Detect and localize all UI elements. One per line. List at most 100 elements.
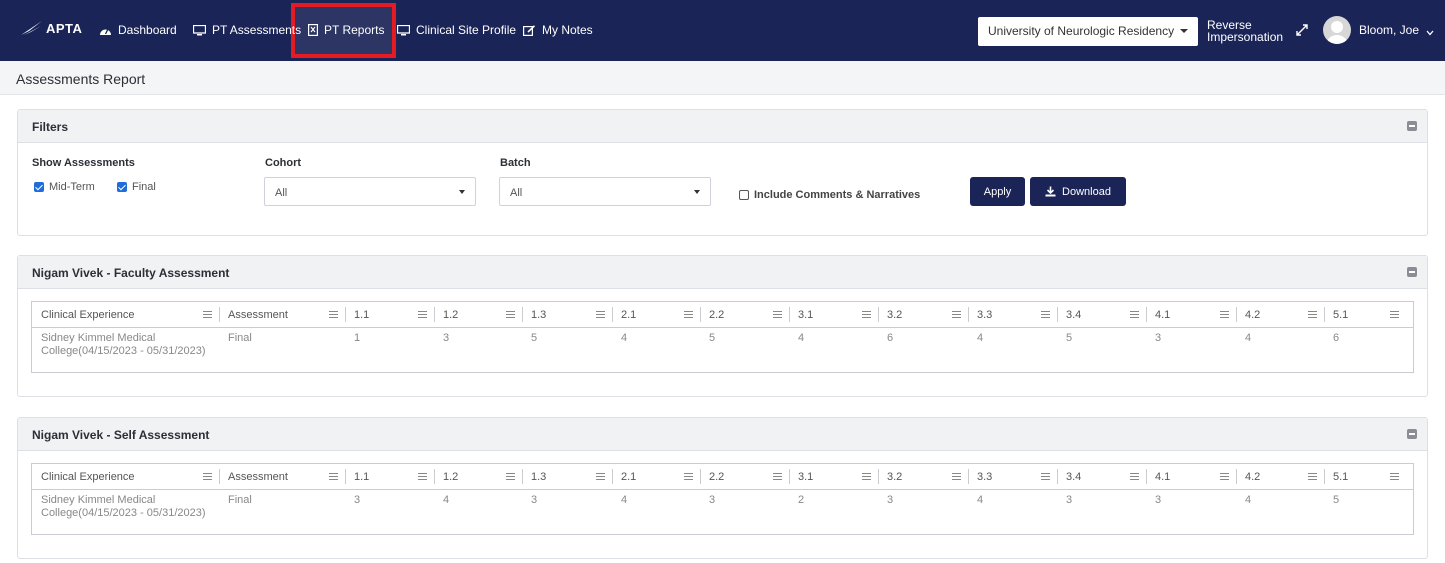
- column-menu-icon[interactable]: [1308, 473, 1317, 480]
- expand-icon[interactable]: [1295, 23, 1309, 40]
- column-separator[interactable]: [522, 469, 523, 484]
- collapse-icon[interactable]: [1407, 429, 1417, 439]
- avatar[interactable]: [1323, 16, 1351, 44]
- column-header[interactable]: Clinical Experience: [41, 471, 135, 483]
- column-separator[interactable]: [1236, 469, 1237, 484]
- chevron-down-icon[interactable]: [1426, 25, 1434, 39]
- nav-pt-reports[interactable]: PT Reports: [308, 21, 384, 39]
- column-separator[interactable]: [1324, 469, 1325, 484]
- column-menu-icon[interactable]: [952, 473, 961, 480]
- column-separator[interactable]: [700, 307, 701, 322]
- column-header[interactable]: 2.2: [709, 471, 724, 483]
- column-separator[interactable]: [789, 469, 790, 484]
- column-header[interactable]: 1.2: [443, 309, 458, 321]
- column-menu-icon[interactable]: [862, 473, 871, 480]
- column-menu-icon[interactable]: [506, 311, 515, 318]
- collapse-icon[interactable]: [1407, 121, 1417, 131]
- column-separator[interactable]: [789, 307, 790, 322]
- collapse-icon[interactable]: [1407, 267, 1417, 277]
- column-menu-icon[interactable]: [862, 311, 871, 318]
- column-menu-icon[interactable]: [596, 311, 605, 318]
- column-menu-icon[interactable]: [773, 311, 782, 318]
- column-header[interactable]: Assessment: [228, 471, 288, 483]
- column-header[interactable]: 4.2: [1245, 309, 1260, 321]
- column-menu-icon[interactable]: [596, 473, 605, 480]
- apply-button[interactable]: Apply: [970, 177, 1025, 206]
- column-menu-icon[interactable]: [952, 311, 961, 318]
- column-menu-icon[interactable]: [684, 473, 693, 480]
- column-menu-icon[interactable]: [418, 311, 427, 318]
- apta-logo[interactable]: APTA: [20, 19, 82, 37]
- column-header[interactable]: 5.1: [1333, 309, 1348, 321]
- column-separator[interactable]: [345, 469, 346, 484]
- midterm-checkbox[interactable]: Mid-Term: [34, 181, 95, 193]
- column-menu-icon[interactable]: [1308, 311, 1317, 318]
- column-menu-icon[interactable]: [329, 473, 338, 480]
- column-separator[interactable]: [1146, 307, 1147, 322]
- table-row[interactable]: Sidney Kimmel Medical College(04/15/2023…: [32, 328, 1413, 372]
- column-header[interactable]: 5.1: [1333, 471, 1348, 483]
- column-separator[interactable]: [612, 307, 613, 322]
- column-menu-icon[interactable]: [1220, 311, 1229, 318]
- batch-select[interactable]: All: [499, 177, 711, 206]
- column-header[interactable]: 3.2: [887, 471, 902, 483]
- column-header[interactable]: 4.2: [1245, 471, 1260, 483]
- column-separator[interactable]: [1236, 307, 1237, 322]
- column-header[interactable]: 3.1: [798, 309, 813, 321]
- column-separator[interactable]: [1057, 469, 1058, 484]
- column-header[interactable]: 1.3: [531, 309, 546, 321]
- final-checkbox[interactable]: Final: [117, 181, 156, 193]
- column-separator[interactable]: [968, 307, 969, 322]
- column-header[interactable]: 1.2: [443, 471, 458, 483]
- column-menu-icon[interactable]: [506, 473, 515, 480]
- column-separator[interactable]: [219, 307, 220, 322]
- column-separator[interactable]: [968, 469, 969, 484]
- column-menu-icon[interactable]: [1390, 311, 1399, 318]
- nav-dashboard[interactable]: Dashboard: [99, 21, 177, 39]
- column-header[interactable]: 2.1: [621, 471, 636, 483]
- nav-my-notes[interactable]: My Notes: [523, 21, 593, 39]
- column-header[interactable]: 3.2: [887, 309, 902, 321]
- column-header[interactable]: 2.1: [621, 309, 636, 321]
- column-separator[interactable]: [1324, 307, 1325, 322]
- column-menu-icon[interactable]: [1220, 473, 1229, 480]
- nav-clinical-site-profile[interactable]: Clinical Site Profile: [397, 21, 516, 39]
- column-menu-icon[interactable]: [1390, 473, 1399, 480]
- include-comments-checkbox[interactable]: Include Comments & Narratives: [739, 189, 920, 201]
- column-header[interactable]: 3.3: [977, 471, 992, 483]
- column-menu-icon[interactable]: [329, 311, 338, 318]
- column-header[interactable]: 1.3: [531, 471, 546, 483]
- column-menu-icon[interactable]: [1130, 473, 1139, 480]
- column-separator[interactable]: [219, 469, 220, 484]
- column-menu-icon[interactable]: [418, 473, 427, 480]
- column-separator[interactable]: [1057, 307, 1058, 322]
- reverse-impersonation-link[interactable]: Reverse Impersonation: [1207, 19, 1283, 43]
- column-header[interactable]: 1.1: [354, 471, 369, 483]
- column-separator[interactable]: [522, 307, 523, 322]
- column-header[interactable]: Assessment: [228, 309, 288, 321]
- column-separator[interactable]: [434, 307, 435, 322]
- column-separator[interactable]: [878, 469, 879, 484]
- column-separator[interactable]: [878, 307, 879, 322]
- column-header[interactable]: Clinical Experience: [41, 309, 135, 321]
- table-row[interactable]: Sidney Kimmel Medical College(04/15/2023…: [32, 490, 1413, 534]
- column-separator[interactable]: [434, 469, 435, 484]
- column-menu-icon[interactable]: [1041, 473, 1050, 480]
- column-header[interactable]: 2.2: [709, 309, 724, 321]
- user-name[interactable]: Bloom, Joe: [1359, 23, 1419, 37]
- column-separator[interactable]: [1146, 469, 1147, 484]
- column-menu-icon[interactable]: [1041, 311, 1050, 318]
- nav-pt-assessments[interactable]: PT Assessments: [193, 21, 301, 39]
- column-header[interactable]: 3.1: [798, 471, 813, 483]
- download-button[interactable]: Download: [1030, 177, 1126, 206]
- column-header[interactable]: 1.1: [354, 309, 369, 321]
- column-separator[interactable]: [700, 469, 701, 484]
- column-header[interactable]: 3.4: [1066, 309, 1081, 321]
- column-menu-icon[interactable]: [684, 311, 693, 318]
- column-menu-icon[interactable]: [1130, 311, 1139, 318]
- column-separator[interactable]: [345, 307, 346, 322]
- column-header[interactable]: 4.1: [1155, 309, 1170, 321]
- cohort-select[interactable]: All: [264, 177, 476, 206]
- column-header[interactable]: 3.4: [1066, 471, 1081, 483]
- column-menu-icon[interactable]: [203, 311, 212, 318]
